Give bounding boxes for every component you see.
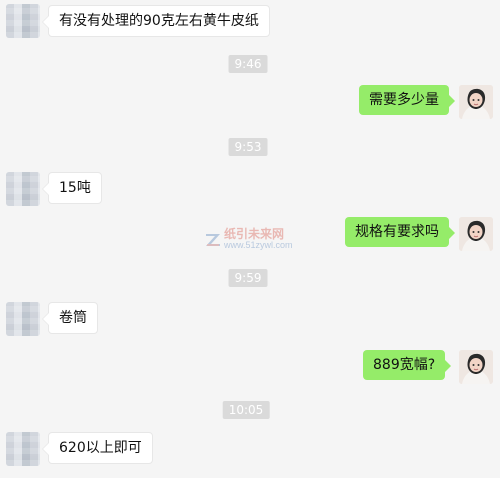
message-bubble-outgoing[interactable]: 需要多少量 xyxy=(359,85,455,115)
user-avatar-icon xyxy=(459,217,493,251)
watermark-url: www.51zywl.com xyxy=(224,240,293,250)
message-bubble-incoming[interactable]: 620以上即可 xyxy=(48,432,153,464)
message-bubble-incoming[interactable]: 有没有处理的90克左右黄牛皮纸 xyxy=(48,5,270,37)
contact-avatar[interactable] xyxy=(6,172,40,206)
user-avatar[interactable] xyxy=(459,85,493,119)
user-avatar[interactable] xyxy=(459,350,493,384)
message-bubble-incoming[interactable]: 卷筒 xyxy=(48,302,98,334)
contact-avatar[interactable] xyxy=(6,4,40,38)
watermark: 纸引未来网 www.51zywl.com xyxy=(204,228,300,252)
timestamp-953: 9:53 xyxy=(228,138,268,156)
user-avatar-icon xyxy=(459,85,493,119)
timestamp-1005: 10:05 xyxy=(222,401,270,419)
watermark-logo-icon xyxy=(206,234,220,246)
chat-window: 有没有处理的90克左右黄牛皮纸 9:46 需要多少量 9:53 15吨 规格有要… xyxy=(0,0,500,478)
timestamp-959: 9:59 xyxy=(228,269,268,287)
contact-avatar[interactable] xyxy=(6,432,40,466)
watermark-text: 纸引未来网 xyxy=(224,227,285,241)
user-avatar-icon xyxy=(459,350,493,384)
message-bubble-outgoing[interactable]: 规格有要求吗 xyxy=(345,217,455,247)
message-bubble-outgoing[interactable]: 889宽幅? xyxy=(363,350,452,380)
timestamp-946: 9:46 xyxy=(228,55,268,73)
contact-avatar[interactable] xyxy=(6,302,40,336)
user-avatar[interactable] xyxy=(459,217,493,251)
message-bubble-incoming[interactable]: 15吨 xyxy=(48,172,102,204)
